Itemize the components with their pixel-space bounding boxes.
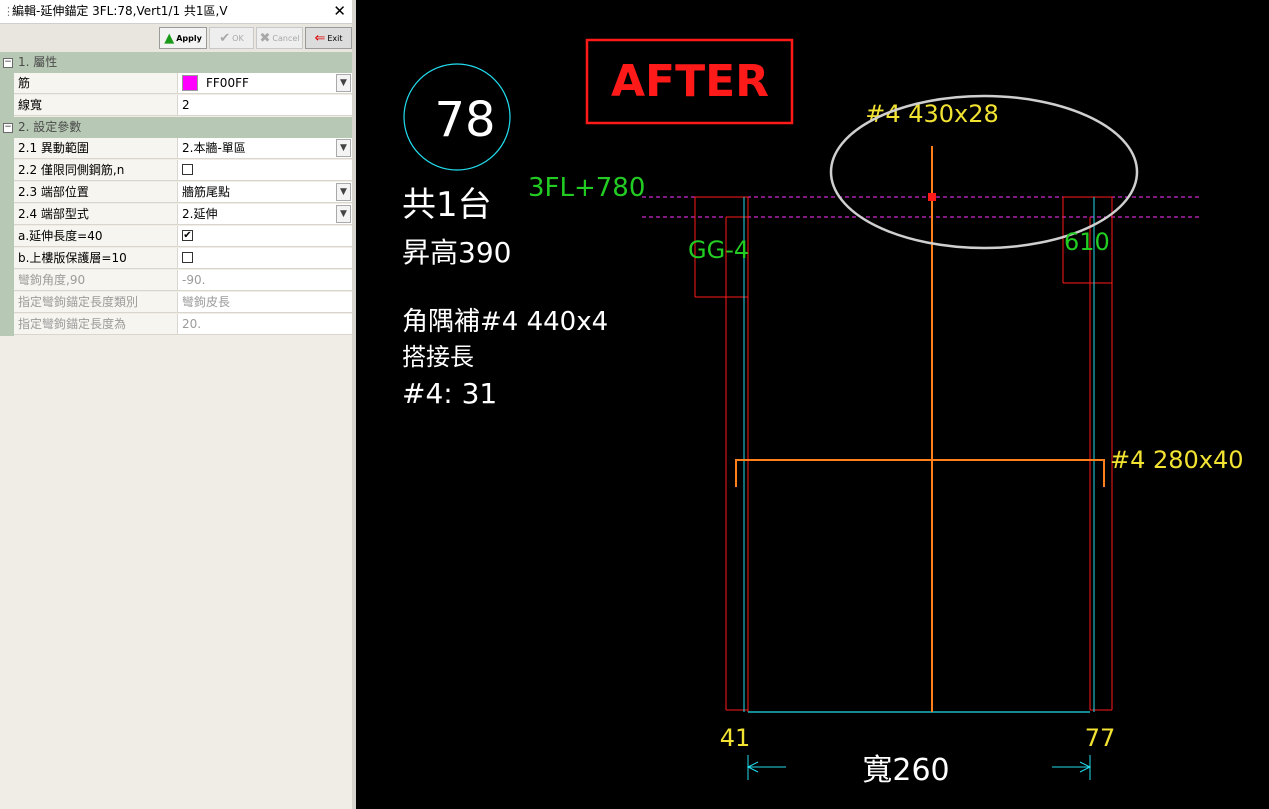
same-side-checkbox[interactable] [182,164,193,175]
property-row-range[interactable]: 2.1 異動範圍 2.本牆-單區 ▼ [0,138,352,160]
circle-number: 78 [434,92,495,148]
category-label: 2. 設定參數 [18,120,82,134]
dim-right-label: 77 [1085,724,1116,752]
category-attributes[interactable]: − 1. 屬性 [0,52,352,73]
collapse-icon[interactable]: − [3,123,13,133]
apply-icon: ▲ [164,30,175,46]
extension-length-value: ✔ [178,226,352,247]
select-value: 2.本牆-單區 [182,141,246,155]
raise-label: 昇高390 [402,236,511,269]
category-label: 1. 屬性 [18,55,58,69]
property-label: 彎鉤角度,90 [14,270,178,291]
property-row-hook-length: 指定彎鉤錨定長度為 20. [0,314,352,336]
corner-rebar-label: 角隅補#4 440x4 [402,307,608,337]
extension-length-checkbox[interactable]: ✔ [182,230,193,241]
after-label: AFTER [611,56,769,107]
splice-title: 搭接長 [402,343,474,371]
close-button[interactable]: ✕ [333,0,346,23]
property-row-line-width[interactable]: 線寬 2 [0,95,352,117]
dim-left-label: 41 [720,724,751,752]
rebar-color-value[interactable]: FF00FF ▼ [178,73,352,94]
exit-icon: ⇐ [314,30,326,46]
left-beam-label: GG-4 [688,236,749,264]
property-row-end-type[interactable]: 2.4 端部型式 2.延伸 ▼ [0,204,352,226]
cancel-label: Cancel [272,33,300,43]
title-bar: ⋮ 編輯-延伸錨定 3FL:78,Vert1/1 共1區,V ✕ [0,0,352,24]
chevron-down-icon[interactable]: ▼ [336,205,351,223]
cancel-button[interactable]: ✖ Cancel [256,27,303,49]
ok-label: OK [232,33,244,43]
count-label: 共1台 [402,185,492,225]
check-icon: ✔ [219,30,231,46]
property-row-extension-length[interactable]: a.延伸長度=40 ✔ [0,226,352,248]
end-position-select[interactable]: 牆筋尾點 ▼ [178,182,352,203]
hook-length-type-value: 彎鉤皮長 [178,292,352,313]
same-side-value [178,160,352,181]
chevron-down-icon[interactable]: ▼ [336,183,351,201]
range-select[interactable]: 2.本牆-單區 ▼ [178,138,352,159]
drawing-svg[interactable]: 78 共1台 昇高390 角隅補#4 440x4 搭接長 #4: 31 AFTE… [360,0,1269,809]
exit-label: Exit [327,33,343,43]
hook-length-value: 20. [178,314,352,335]
hook-angle-value: -90. [178,270,352,291]
apply-label: Apply [176,33,202,43]
end-type-select[interactable]: 2.延伸 ▼ [178,204,352,225]
property-label: 2.3 端部位置 [14,182,178,203]
exit-button[interactable]: ⇐ Exit [305,27,352,49]
level-label: 3FL+780 [528,173,645,203]
cancel-icon: ✖ [259,30,271,46]
ok-button[interactable]: ✔ OK [209,27,254,49]
property-label: b.上樓版保護層=10 [14,248,178,269]
property-row-rebar[interactable]: 筋 FF00FF ▼ [0,73,352,95]
property-label: 2.4 端部型式 [14,204,178,225]
property-label: 指定彎鉤錨定長度類別 [14,292,178,313]
color-text: FF00FF [206,76,249,90]
apply-button[interactable]: ▲ Apply [159,27,207,49]
select-value: 牆筋尾點 [182,185,231,199]
window-title: 編輯-延伸錨定 3FL:78,Vert1/1 共1區,V [12,4,228,18]
property-panel: ⋮ 編輯-延伸錨定 3FL:78,Vert1/1 共1區,V ✕ ▲ Apply… [0,0,356,809]
slab-cover-checkbox[interactable] [182,252,193,263]
property-row-hook-angle: 彎鉤角度,90 -90. [0,270,352,292]
rebar-grip-point[interactable] [928,193,936,201]
property-row-slab-cover[interactable]: b.上樓版保護層=10 [0,248,352,270]
select-value: 2.延伸 [182,207,218,221]
category-settings[interactable]: − 2. 設定參數 [0,117,352,138]
stirrup-label: #4 280x40 [1110,446,1244,474]
color-swatch [182,75,198,91]
line-width-value[interactable]: 2 [178,95,352,116]
width-label: 寬260 [862,753,949,788]
property-row-end-position[interactable]: 2.3 端部位置 牆筋尾點 ▼ [0,182,352,204]
right-beam-label: 610 [1064,228,1110,256]
collapse-icon[interactable]: − [3,58,13,68]
property-grid: − 1. 屬性 筋 FF00FF ▼ 線寬 2 − 2. 設定參數 2.1 異動… [0,52,352,336]
property-label: a.延伸長度=40 [14,226,178,247]
chevron-down-icon[interactable]: ▼ [336,74,351,92]
toolbar: ▲ Apply ✔ OK ✖ Cancel ⇐ Exit [0,24,352,52]
property-label: 筋 [14,73,178,94]
stirrup-rebar [735,459,1105,487]
property-label: 指定彎鉤錨定長度為 [14,314,178,335]
property-label: 2.2 僅限同側鋼筋,n [14,160,178,181]
property-label: 2.1 異動範圍 [14,138,178,159]
splice-value: #4: 31 [402,377,497,410]
property-row-hook-length-type: 指定彎鉤錨定長度類別 彎鉤皮長 [0,292,352,314]
cad-canvas[interactable]: 78 共1台 昇高390 角隅補#4 440x4 搭接長 #4: 31 AFTE… [360,0,1269,809]
property-row-same-side[interactable]: 2.2 僅限同側鋼筋,n [0,160,352,182]
chevron-down-icon[interactable]: ▼ [336,139,351,157]
slab-cover-value [178,248,352,269]
property-label: 線寬 [14,95,178,116]
